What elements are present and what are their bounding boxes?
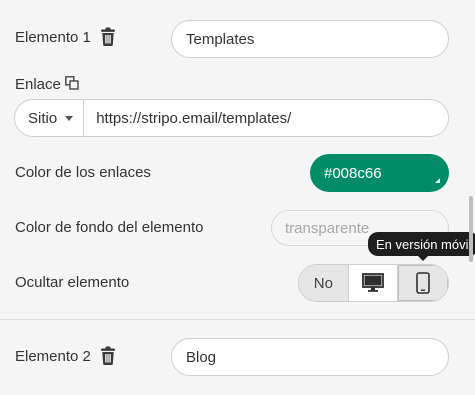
mobile-icon xyxy=(416,272,430,294)
chevron-down-icon xyxy=(65,115,74,121)
element-1-name-input[interactable]: Templates xyxy=(171,20,449,58)
tooltip-arrow xyxy=(418,256,428,261)
element-2-label: Elemento 2 xyxy=(15,348,91,365)
scrollbar-thumb[interactable] xyxy=(469,196,473,262)
trash-icon[interactable] xyxy=(100,346,116,365)
link-url-input[interactable]: https://stripo.email/templates/ xyxy=(84,100,291,136)
mobile-tooltip-text: En versión móvil xyxy=(376,236,472,252)
link-color-label: Color de los enlaces xyxy=(15,164,151,181)
hide-option-desktop[interactable] xyxy=(348,265,399,301)
hide-option-no[interactable]: No xyxy=(299,265,349,301)
link-field: Sitio https://stripo.email/templates/ xyxy=(14,99,449,137)
mobile-tooltip: En versión móvil xyxy=(368,232,475,256)
bg-color-label: Color de fondo del elemento xyxy=(15,219,204,236)
link-type-select[interactable]: Sitio xyxy=(15,100,85,136)
hide-option-no-label: No xyxy=(313,274,333,292)
element-1-label: Elemento 1 xyxy=(15,29,91,46)
hide-option-mobile[interactable] xyxy=(398,265,448,301)
link-color-picker[interactable]: #008c66 xyxy=(310,154,449,192)
element-1-name-value: Templates xyxy=(186,30,255,48)
link-type-value: Sitio xyxy=(28,109,58,127)
section-divider xyxy=(0,319,475,320)
element-2-name-value: Blog xyxy=(186,348,217,366)
bg-color-placeholder: transparente xyxy=(285,219,370,237)
hide-element-label: Ocultar elemento xyxy=(15,274,130,291)
hide-element-toggle: No xyxy=(298,264,449,302)
link-copy-icon[interactable] xyxy=(65,76,79,90)
desktop-icon xyxy=(362,273,384,292)
resize-corner-icon xyxy=(435,178,440,183)
link-url-value: https://stripo.email/templates/ xyxy=(96,109,292,127)
link-color-value: #008c66 xyxy=(324,164,382,182)
link-label: Enlace xyxy=(15,76,61,93)
element-2-name-input[interactable]: Blog xyxy=(171,338,449,376)
trash-icon[interactable] xyxy=(100,27,116,46)
